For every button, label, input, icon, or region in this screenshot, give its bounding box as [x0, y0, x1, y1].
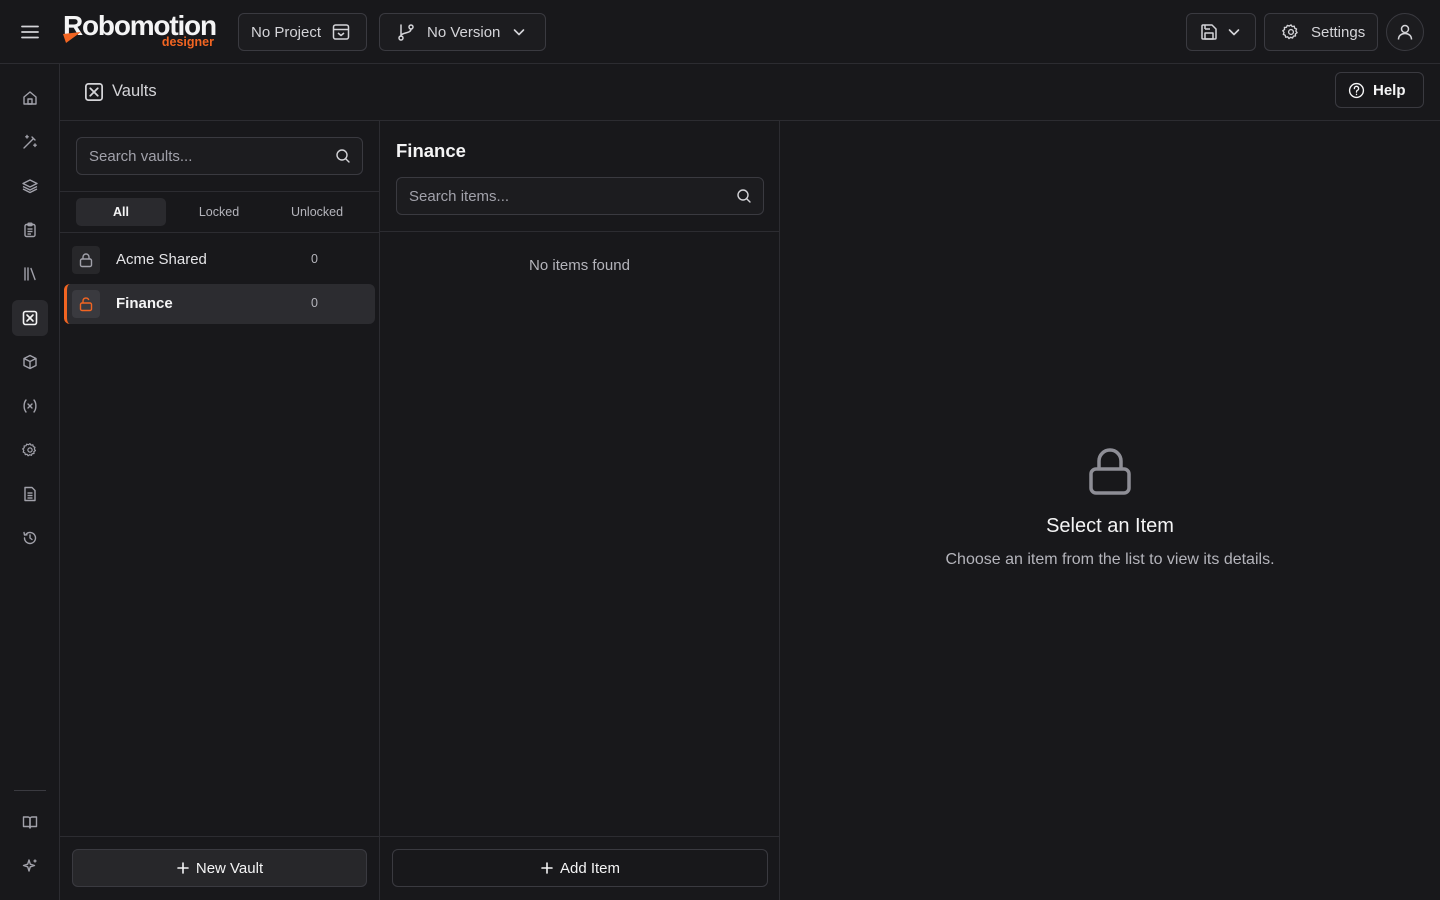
vault-item-count: 0: [311, 252, 318, 266]
vault-list-item[interactable]: Acme Shared 0: [64, 240, 375, 280]
sidebar-item-history[interactable]: [12, 520, 48, 556]
item-detail-panel: Select an Item Choose an item from the l…: [780, 121, 1440, 900]
version-selector-button[interactable]: No Version: [379, 13, 546, 51]
sidebar-item-magic[interactable]: [12, 124, 48, 160]
sidebar-item-variables[interactable]: [12, 388, 48, 424]
git-branch-icon: [398, 24, 414, 41]
sidebar-item-ai[interactable]: [12, 848, 48, 884]
history-icon: [23, 531, 37, 545]
sidebar-item-vaults[interactable]: [12, 300, 48, 336]
package-icon: [23, 354, 37, 370]
logo-subtitle: designer: [161, 35, 214, 49]
save-icon: [1201, 24, 1217, 40]
hamburger-menu-button[interactable]: [12, 14, 48, 50]
new-vault-label: New Vault: [195, 859, 264, 877]
robomotion-logo: Robomotion designer: [63, 10, 218, 52]
sidebar-item-docs[interactable]: [12, 804, 48, 840]
layers-icon: [22, 179, 38, 194]
vault-search-box: [76, 137, 363, 175]
search-icon: [737, 189, 751, 203]
gear-icon: [22, 443, 36, 457]
vault-icon: [22, 310, 38, 326]
filter-tab-all[interactable]: All: [76, 198, 166, 226]
vault-name: Finance: [116, 295, 173, 312]
gear-icon: [1282, 24, 1298, 40]
clipboard-icon: [24, 222, 36, 238]
lock-icon: [1089, 448, 1131, 495]
add-item-label: Add Item: [559, 859, 621, 877]
logo-swoosh-icon: [63, 32, 81, 43]
sidebar-item-packages[interactable]: [12, 344, 48, 380]
filter-tab-unlocked[interactable]: Unlocked: [272, 198, 362, 226]
detail-empty-title: Select an Item: [1046, 515, 1174, 537]
chevron-down-icon: [514, 29, 525, 36]
settings-button[interactable]: Settings: [1264, 13, 1378, 51]
settings-label: Settings: [1311, 23, 1366, 41]
sidebar-item-settings[interactable]: [12, 432, 48, 468]
variable-icon: [23, 399, 37, 413]
items-divider: [380, 231, 779, 232]
sidebar: [0, 64, 60, 900]
help-button[interactable]: Help: [1335, 72, 1424, 108]
sidebar-item-home[interactable]: [12, 80, 48, 116]
menu-icon: [21, 25, 39, 39]
sidebar-item-library[interactable]: [12, 256, 48, 292]
filter-tab-locked[interactable]: Locked: [174, 198, 264, 226]
vault-search-input[interactable]: [77, 138, 362, 174]
sidebar-divider: [14, 790, 46, 791]
detail-empty-subtitle: Choose an item from the list to view its…: [945, 551, 1275, 568]
item-search-box: [396, 177, 764, 215]
project-label: No Project: [251, 23, 322, 41]
help-label: Help: [1373, 81, 1406, 99]
library-icon: [24, 267, 36, 281]
vault-filter-tabs: All Locked Unlocked: [60, 191, 379, 233]
chevron-down-icon: [1228, 29, 1240, 36]
sidebar-item-layers[interactable]: [12, 168, 48, 204]
user-avatar-button[interactable]: [1386, 13, 1424, 51]
project-selector-button[interactable]: No Project: [238, 13, 367, 51]
top-bar: Robomotion designer No Project No Versio…: [0, 0, 1440, 64]
vault-status-indicator: [72, 246, 100, 274]
sparkles-icon: [22, 859, 37, 872]
magic-wand-icon: [23, 134, 37, 149]
sidebar-item-clipboard[interactable]: [12, 212, 48, 248]
help-circle-icon: [1348, 82, 1365, 98]
vault-list-item[interactable]: Finance 0: [64, 284, 375, 324]
book-icon: [22, 816, 38, 829]
lock-icon: [79, 253, 93, 268]
vault-icon: [85, 83, 103, 101]
plus-icon: [177, 862, 189, 874]
item-search-input[interactable]: [397, 178, 763, 214]
vault-status-indicator: [72, 290, 100, 318]
vaults-footer: New Vault: [60, 836, 379, 900]
search-icon: [336, 149, 350, 163]
vault-name: Acme Shared: [116, 251, 207, 268]
selected-vault-title: Finance: [396, 140, 466, 161]
page-title: Vaults: [112, 82, 157, 100]
items-panel: Finance No items found Add Item: [380, 121, 780, 900]
vaults-panel: All Locked Unlocked Acme Shared 0 Financ…: [60, 121, 380, 900]
sidebar-item-logs[interactable]: [12, 476, 48, 512]
version-label: No Version: [427, 23, 501, 41]
file-text-icon: [24, 486, 36, 502]
add-item-button[interactable]: Add Item: [392, 849, 768, 887]
empty-items-message: No items found: [529, 257, 630, 274]
vault-item-count: 0: [311, 296, 318, 310]
items-footer: Add Item: [380, 836, 779, 900]
user-icon: [1397, 24, 1413, 40]
page-header: Vaults Help: [60, 64, 1440, 121]
home-icon: [23, 91, 37, 105]
calendar-box-icon: [332, 24, 350, 40]
unlock-icon: [79, 297, 93, 312]
new-vault-button[interactable]: New Vault: [72, 849, 367, 887]
save-menu-button[interactable]: [1186, 13, 1256, 51]
plus-icon: [541, 862, 553, 874]
